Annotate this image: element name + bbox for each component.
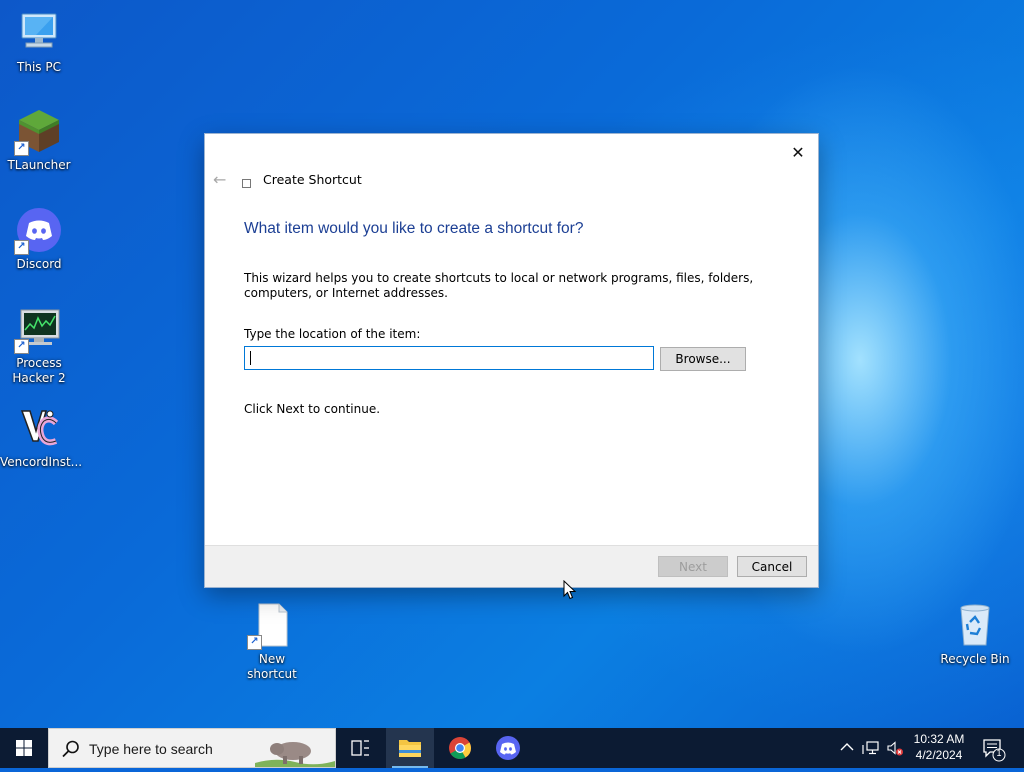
discord-taskbar-button[interactable]: [484, 728, 532, 768]
notification-count-badge: 1: [996, 748, 1002, 758]
mouse-pointer-icon: [563, 579, 577, 600]
desktop-icon-label: VencordInst...: [0, 455, 83, 469]
desktop-icon-vencord-installer[interactable]: VencordInst...: [0, 405, 83, 470]
dialog-footer: Next Cancel: [205, 545, 818, 587]
windows-logo-icon: [16, 740, 32, 756]
minecraft-grass-block-icon: ↗: [14, 108, 62, 156]
desktop-icon-label: Discord: [16, 257, 62, 271]
computer-icon: [16, 10, 62, 56]
clock-date: 4/2/2024: [915, 748, 963, 762]
cancel-button[interactable]: Cancel: [737, 556, 807, 577]
desktop: This PC ↗ TLauncher ↗ Discord ↗ Process …: [0, 0, 1024, 728]
vencord-icon: [16, 405, 62, 451]
desktop-icon-recycle-bin[interactable]: Recycle Bin: [936, 602, 1014, 667]
desktop-icon-label: New shortcut: [247, 652, 297, 681]
taskbar-search-box[interactable]: Type here to search: [48, 728, 336, 768]
desktop-icon-process-hacker[interactable]: ↗ Process Hacker 2: [0, 306, 78, 386]
search-highlight-illustration: [255, 729, 335, 767]
show-hidden-icons-chevron-icon[interactable]: [838, 739, 856, 757]
discord-icon: ↗: [14, 207, 62, 255]
taskbar: Type here to search 10:32 AM 4/2/2024 1: [0, 728, 1024, 768]
recycle-bin-icon: [952, 602, 998, 648]
discord-icon: [496, 736, 520, 760]
continue-hint: Click Next to continue.: [244, 402, 381, 416]
chrome-button[interactable]: [436, 728, 484, 768]
action-center-button[interactable]: 1: [980, 728, 1024, 768]
desktop-icon-label: This PC: [17, 60, 61, 74]
location-label: Type the location of the item:: [244, 327, 421, 341]
create-shortcut-dialog: ✕ ← Create Shortcut What item would you …: [205, 134, 818, 587]
desktop-icon-tlauncher[interactable]: ↗ TLauncher: [0, 108, 78, 173]
dialog-title: Create Shortcut: [263, 172, 362, 187]
taskbar-clock[interactable]: 10:32 AM 4/2/2024: [900, 731, 978, 763]
network-icon[interactable]: [862, 739, 880, 757]
close-button[interactable]: ✕: [784, 140, 812, 166]
browse-button[interactable]: Browse...: [660, 347, 746, 371]
clock-time: 10:32 AM: [913, 732, 965, 746]
blank-file-icon: ↗: [247, 602, 295, 650]
desktop-icon-new-shortcut[interactable]: ↗ New shortcut: [233, 602, 311, 682]
chrome-icon: [449, 737, 471, 759]
start-button[interactable]: [0, 728, 48, 768]
desktop-icon-this-pc[interactable]: This PC: [0, 10, 78, 75]
shortcut-wizard-icon: [242, 179, 251, 188]
folder-icon: [399, 740, 421, 757]
search-icon: [62, 740, 79, 758]
desktop-icon-label: Recycle Bin: [940, 652, 1010, 666]
shortcut-arrow-icon: ↗: [14, 339, 29, 354]
text-caret: [250, 351, 251, 365]
task-view-icon: [351, 740, 369, 756]
location-input[interactable]: [244, 346, 654, 370]
shortcut-arrow-icon: ↗: [247, 635, 262, 650]
close-icon: ✕: [791, 143, 805, 162]
task-view-button[interactable]: [336, 728, 384, 768]
shortcut-arrow-icon: ↗: [14, 240, 29, 255]
back-arrow-icon[interactable]: ←: [213, 170, 233, 190]
desktop-icon-label: Process Hacker 2: [12, 356, 66, 385]
shortcut-arrow-icon: ↗: [14, 141, 29, 156]
file-explorer-button[interactable]: [386, 728, 434, 768]
desktop-icon-discord[interactable]: ↗ Discord: [0, 207, 78, 272]
wizard-heading: What item would you like to create a sho…: [244, 220, 584, 237]
wizard-description: This wizard helps you to create shortcut…: [244, 271, 754, 300]
next-button[interactable]: Next: [658, 556, 728, 577]
search-placeholder: Type here to search: [89, 741, 213, 757]
process-hacker-icon: ↗: [14, 306, 62, 354]
desktop-icon-label: TLauncher: [7, 158, 71, 172]
